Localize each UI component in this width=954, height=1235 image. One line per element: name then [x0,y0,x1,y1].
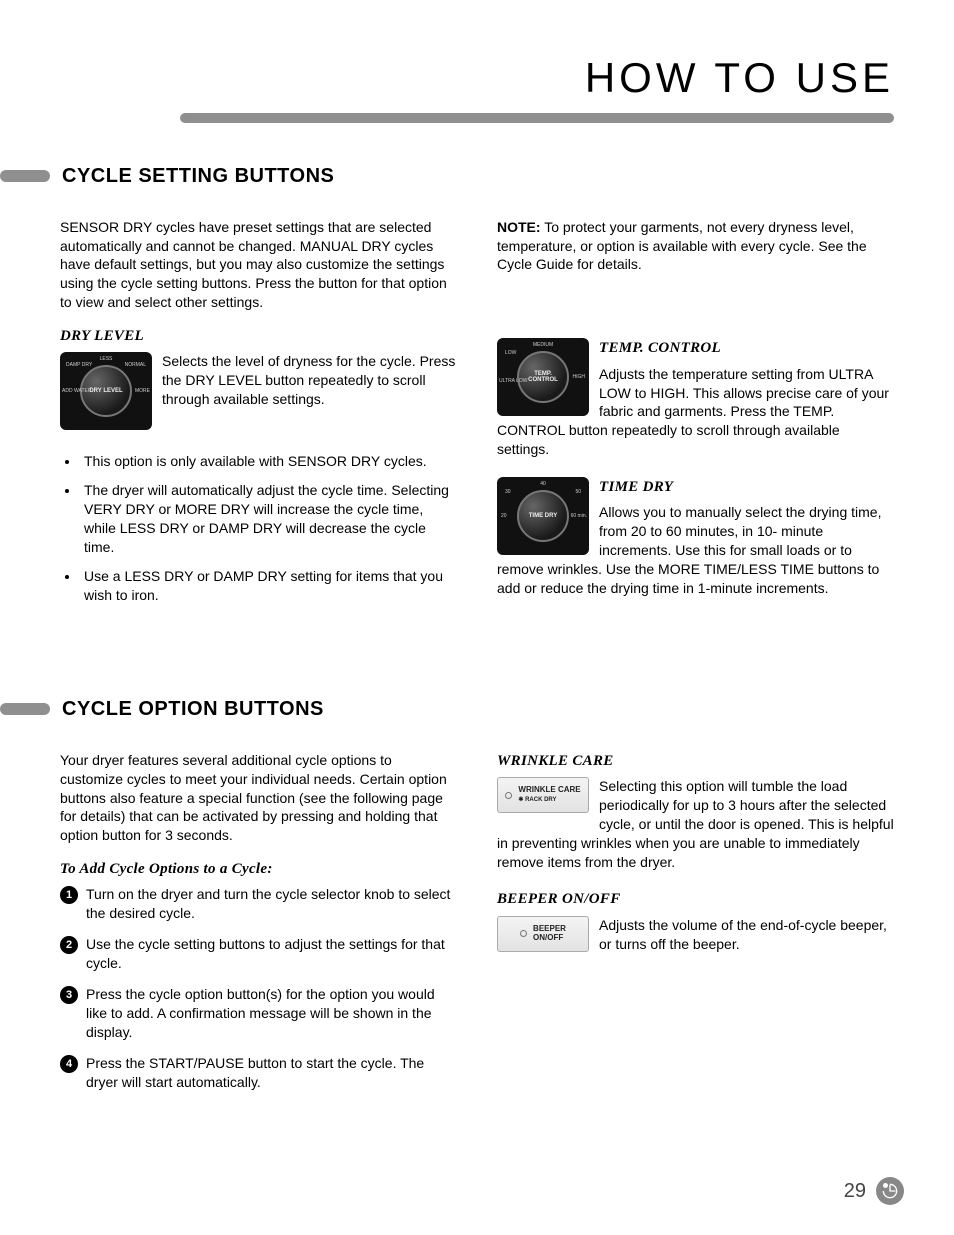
led-icon [505,792,512,799]
intro-text: SENSOR DRY cycles have preset settings t… [60,218,457,312]
section-pill-icon [0,170,50,182]
dial-tick: NORMAL [125,362,146,369]
btn-sublabel: ✱ RACK DRY [518,797,556,803]
note-text: NOTE: To protect your garments, not ever… [497,218,894,275]
dial-label: DRY LEVEL [89,388,122,395]
lg-logo-icon [876,1177,904,1205]
dial-tick: LOW [505,350,516,357]
dial-tick: MEDIUM [533,342,553,349]
section-heading: CYCLE OPTION BUTTONS [62,696,324,723]
wrinkle-care-heading: WRINKLE CARE [497,751,894,771]
btn-label: WRINKLE CARE [518,785,580,794]
list-item: Press the START/PAUSE button to start th… [60,1054,457,1092]
beeper-body: Adjusts the volume of the end-of-cycle b… [599,917,887,952]
btn-label: BEEPER [533,924,566,933]
list-item: This option is only available with SENSO… [80,452,457,471]
steps-heading: To Add Cycle Options to a Cycle: [60,859,457,879]
dry-level-bullets: This option is only available with SENSO… [80,452,457,604]
dial-tick: 30 [505,489,511,496]
page-number: 29 [844,1178,866,1205]
list-item: Turn on the dryer and turn the cycle sel… [60,885,457,923]
dial-tick: 20 [501,513,507,520]
dial-tick: LESS [100,356,113,363]
list-item: Use the cycle setting buttons to adjust … [60,935,457,973]
dial-label: TEMP. CONTROL [519,371,567,384]
title-rule [180,113,894,123]
section-header-cycle-setting: CYCLE SETTING BUTTONS [60,163,894,190]
dial-tick: 40 [540,481,546,488]
list-item: Use a LESS DRY or DAMP DRY setting for i… [80,567,457,605]
section-header-cycle-option: CYCLE OPTION BUTTONS [60,696,894,723]
list-item: Press the cycle option button(s) for the… [60,985,457,1042]
dial-tick: 50 [575,489,581,496]
page-title: HOW TO USE [60,50,894,107]
steps-list: Turn on the dryer and turn the cycle sel… [60,885,457,1091]
wrinkle-care-button-icon: WRINKLE CARE ✱ RACK DRY [497,777,589,813]
intro-text: Your dryer features several additional c… [60,751,457,845]
led-icon [520,930,527,937]
dry-level-heading: DRY LEVEL [60,326,457,346]
dial-tick: 60 min. [571,513,587,520]
beeper-button-icon: BEEPER ON/OFF [497,916,589,952]
btn-sublabel: ON/OFF [533,933,563,942]
dry-level-dial-icon: DRY LEVEL LESS DAMP DRY ADD WATER NORMAL… [60,352,152,430]
beeper-heading: BEEPER ON/OFF [497,889,894,909]
list-item: The dryer will automatically adjust the … [80,481,457,557]
dial-tick: MORE [135,388,150,395]
dry-level-body: Selects the level of dryness for the cyc… [162,353,455,407]
temp-control-dial-icon: TEMP. CONTROL MEDIUM LOW ULTRA LOW HIGH [497,338,589,416]
section-heading: CYCLE SETTING BUTTONS [62,163,334,190]
note-prefix: NOTE: [497,219,541,235]
dial-tick: HIGH [573,374,586,381]
dial-label: TIME DRY [529,513,557,520]
page-footer: 29 [844,1177,904,1205]
dial-tick: DAMP DRY [66,362,92,369]
section-pill-icon [0,703,50,715]
time-dry-dial-icon: TIME DRY 40 30 20 50 60 min. [497,477,589,555]
note-body: To protect your garments, not every dryn… [497,219,867,273]
